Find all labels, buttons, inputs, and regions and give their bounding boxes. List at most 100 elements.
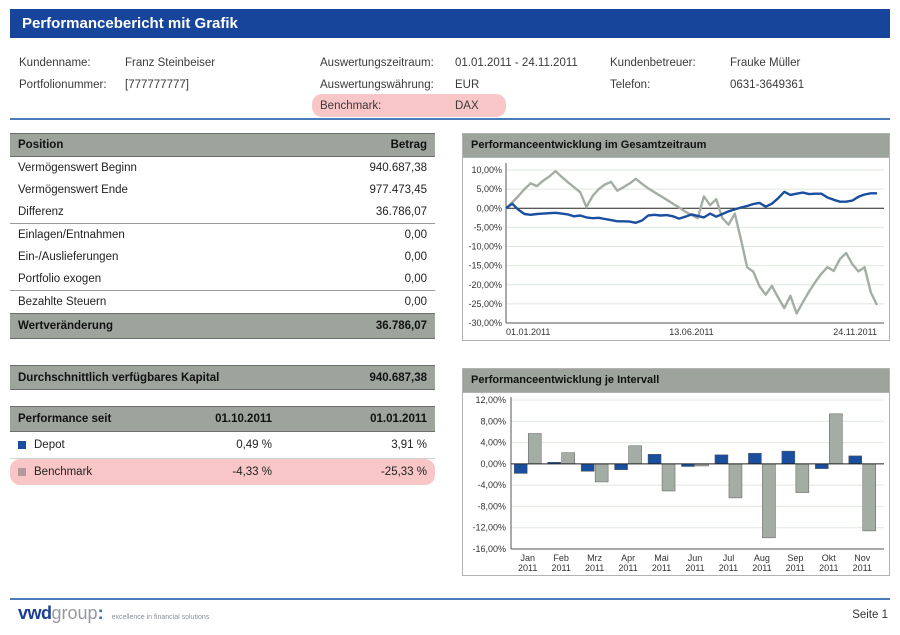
table-row: Ein-/Auslieferungen 0,00: [10, 246, 435, 268]
benchmark-value: DAX: [455, 100, 479, 112]
svg-text:24.11.2011: 24.11.2011: [833, 327, 877, 337]
auswertungswaehrung-label: Auswertungswährung:: [320, 79, 434, 91]
portfolionummer-value: [777777777]: [125, 79, 189, 91]
telefon-value: 0631-3649361: [730, 79, 804, 91]
position-table: Position Betrag Vermögenswert Beginn 940…: [10, 133, 435, 339]
row-value: 36.786,07: [376, 320, 427, 332]
row-label: Portfolio exogen: [18, 273, 101, 285]
svg-text:Mrz: Mrz: [587, 553, 602, 563]
position-header-label: Position: [18, 139, 63, 151]
svg-text:Jul: Jul: [723, 553, 735, 563]
page-title: Performancebericht mit Grafik: [10, 9, 890, 38]
depot-row: Depot 0,49 % 3,91 %: [10, 432, 435, 459]
depot-since-jan: 3,91 %: [272, 439, 427, 451]
benchmark-label: Benchmark:: [320, 100, 381, 112]
logo-vwd-text: vwd: [18, 603, 52, 623]
svg-text:2011: 2011: [518, 563, 537, 573]
betrag-header-label: Betrag: [391, 139, 427, 151]
wertveraenderung-row: Wertveränderung 36.786,07: [10, 313, 435, 339]
row-value: 0,00: [405, 273, 427, 285]
row-label: Wertveränderung: [18, 320, 113, 332]
interval-performance-bar-chart: 12,00%8,00%4,00%0,00%-4,00%-8,00%-12,00%…: [463, 393, 889, 575]
table-row: Vermögenswert Beginn 940.687,38: [10, 157, 435, 179]
svg-text:Mai: Mai: [654, 553, 669, 563]
performance-report-page: Performancebericht mit Grafik Kundenname…: [0, 0, 900, 635]
depot-label: Depot: [34, 439, 65, 451]
table-row: Portfolio exogen 0,00: [10, 268, 435, 290]
svg-text:2011: 2011: [685, 563, 704, 573]
svg-text:-30,00%: -30,00%: [468, 318, 502, 328]
benchmark-since-oct: -4,33 %: [142, 466, 272, 478]
svg-text:13.06.2011: 13.06.2011: [669, 327, 713, 337]
svg-text:-5,00%: -5,00%: [473, 222, 502, 232]
row-value: 0,00: [405, 251, 427, 263]
svg-text:Jun: Jun: [688, 553, 703, 563]
header-divider: [10, 118, 890, 120]
avg-capital-label: Durchschnittlich verfügbares Kapital: [18, 372, 219, 384]
table-row: Differenz 36.786,07: [10, 201, 435, 223]
bar-chart-title: Performanceentwicklung je Intervall: [463, 369, 889, 393]
svg-text:-8,00%: -8,00%: [477, 501, 506, 511]
svg-text:2011: 2011: [585, 563, 604, 573]
kundenname-value: Franz Steinbeiser: [125, 57, 215, 69]
interval-performance-panel: Performanceentwicklung je Intervall 12,0…: [462, 368, 890, 576]
depot-legend-icon: [18, 441, 26, 449]
overall-performance-line-chart: 10,00%5,00%0,00%-5,00%-10,00%-15,00%-20,…: [463, 158, 889, 340]
logo-colon: :: [98, 603, 104, 623]
avg-capital-value: 940.687,38: [369, 372, 427, 384]
svg-text:Jan: Jan: [520, 553, 535, 563]
row-label: Ein-/Auslieferungen: [18, 251, 118, 263]
row-label: Vermögenswert Beginn: [18, 162, 137, 174]
avg-capital-bar: Durchschnittlich verfügbares Kapital 940…: [10, 365, 435, 390]
kundenbetreuer-value: Frauke Müller: [730, 57, 800, 69]
telefon-label: Telefon:: [610, 79, 650, 91]
svg-text:Okt: Okt: [822, 553, 837, 563]
benchmark-label: Benchmark: [34, 466, 92, 478]
svg-text:5,00%: 5,00%: [476, 184, 502, 194]
row-value: 0,00: [405, 229, 427, 241]
svg-text:-4,00%: -4,00%: [477, 480, 506, 490]
line-chart-title: Performanceentwicklung im Gesamtzeitraum: [463, 134, 889, 158]
row-value: 0,00: [405, 296, 427, 308]
performance-table-header: Performance seit 01.10.2011 01.01.2011: [10, 406, 435, 432]
date-col-jan: 01.01.2011: [272, 413, 427, 425]
row-value: 940.687,38: [369, 162, 427, 174]
auswertungszeitraum-value: 01.01.2011 - 24.11.2011: [455, 57, 578, 69]
svg-text:2011: 2011: [652, 563, 671, 573]
table-row: Vermögenswert Ende 977.473,45: [10, 179, 435, 201]
svg-text:12,00%: 12,00%: [475, 395, 506, 405]
auswertungszeitraum-label: Auswertungszeitraum:: [320, 57, 434, 69]
benchmark-legend-icon: [18, 468, 26, 476]
vwd-group-logo: vwdgroup:excellence in financial solutio…: [18, 603, 209, 624]
svg-text:Aug: Aug: [754, 553, 770, 563]
kundenname-label: Kundenname:: [19, 57, 91, 69]
table-row: Bezahlte Steuern 0,00: [10, 290, 435, 313]
svg-text:2011: 2011: [618, 563, 637, 573]
svg-text:01.01.2011: 01.01.2011: [506, 327, 550, 337]
logo-group-text: group: [52, 603, 98, 623]
svg-text:8,00%: 8,00%: [480, 416, 506, 426]
svg-text:2011: 2011: [786, 563, 805, 573]
svg-text:-20,00%: -20,00%: [468, 280, 502, 290]
row-label: Einlagen/Entnahmen: [18, 229, 125, 241]
svg-text:2011: 2011: [552, 563, 571, 573]
svg-text:0,00%: 0,00%: [480, 459, 506, 469]
benchmark-since-jan: -25,33 %: [272, 466, 427, 478]
position-table-header: Position Betrag: [10, 133, 435, 157]
kundenbetreuer-label: Kundenbetreuer:: [610, 57, 696, 69]
footer-divider: [10, 598, 890, 600]
portfolionummer-label: Portfolionummer:: [19, 79, 107, 91]
performance-table: Performance seit 01.10.2011 01.01.2011 D…: [10, 406, 435, 485]
benchmark-row: Benchmark -4,33 % -25,33 %: [10, 459, 435, 485]
performance-seit-label: Performance seit: [18, 413, 142, 425]
row-value: 977.473,45: [369, 184, 427, 196]
svg-text:2011: 2011: [719, 563, 738, 573]
overall-performance-panel: Performanceentwicklung im Gesamtzeitraum…: [462, 133, 890, 341]
svg-text:Nov: Nov: [854, 553, 871, 563]
date-col-oct: 01.10.2011: [142, 413, 272, 425]
svg-text:10,00%: 10,00%: [471, 165, 502, 175]
svg-text:-12,00%: -12,00%: [472, 523, 506, 533]
depot-since-oct: 0,49 %: [142, 439, 272, 451]
row-label: Vermögenswert Ende: [18, 184, 128, 196]
svg-text:Sep: Sep: [787, 553, 803, 563]
